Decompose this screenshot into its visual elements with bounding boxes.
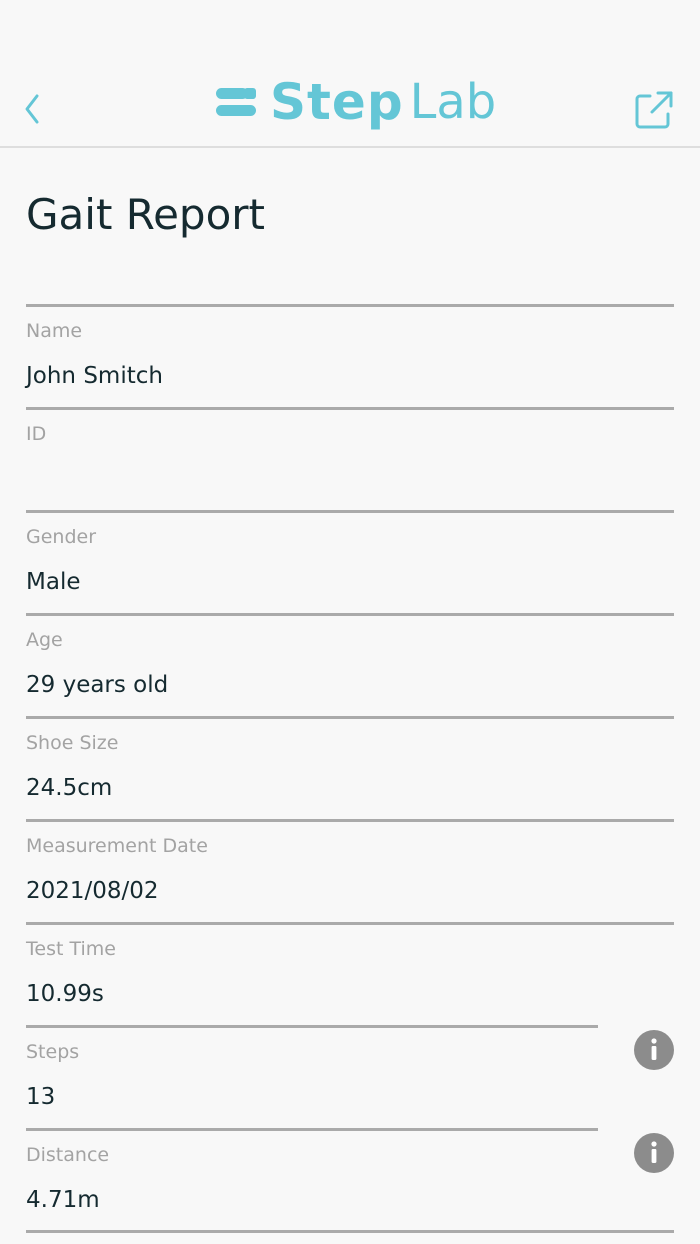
page-title: Gait Report — [26, 190, 265, 239]
steplab-logo-mark-icon — [216, 88, 256, 116]
field-label: Gender — [26, 526, 97, 548]
field-label: Test Time — [26, 938, 116, 960]
info-icon[interactable] — [634, 1030, 674, 1070]
field-value: 29 years old — [26, 672, 169, 698]
report-fields: Name John Smitch ID Gender Male Age 29 y… — [26, 304, 674, 1233]
info-glyph-icon — [651, 1038, 657, 1060]
chevron-left-icon — [25, 94, 39, 124]
field-label: Name — [26, 320, 83, 342]
field-measurement-date: Measurement Date 2021/08/02 — [26, 819, 674, 922]
field-shoe-size: Shoe Size 24.5cm — [26, 716, 674, 819]
info-glyph-icon — [651, 1141, 657, 1163]
steplab-logo: Step Lab — [214, 72, 496, 132]
field-label: Measurement Date — [26, 835, 208, 857]
field-id: ID — [26, 407, 674, 510]
divider — [26, 1128, 598, 1131]
field-value: 10.99s — [26, 981, 104, 1007]
share-button[interactable] — [632, 88, 676, 132]
field-test-time: Test Time 10.99s — [26, 922, 674, 1025]
field-name: Name John Smitch — [26, 304, 674, 407]
field-distance: Distance 4.71m — [26, 1128, 674, 1231]
back-button[interactable] — [18, 88, 50, 130]
info-icon[interactable] — [634, 1133, 674, 1173]
field-value: 13 — [26, 1084, 56, 1110]
field-value: John Smitch — [26, 363, 163, 389]
field-label: ID — [26, 423, 47, 445]
field-label: Shoe Size — [26, 732, 119, 754]
logo-text-step: Step — [270, 73, 404, 131]
share-external-icon — [635, 91, 673, 129]
field-steps: Steps 13 — [26, 1025, 674, 1128]
app-header: Step Lab — [0, 0, 700, 148]
divider — [26, 1230, 674, 1233]
field-label: Steps — [26, 1041, 80, 1063]
field-age: Age 29 years old — [26, 613, 674, 716]
field-value: 24.5cm — [26, 775, 113, 801]
field-value: 4.71m — [26, 1187, 100, 1213]
field-value: Male — [26, 569, 81, 595]
field-gender: Gender Male — [26, 510, 674, 613]
field-label: Age — [26, 629, 63, 651]
divider — [26, 1025, 598, 1028]
field-value: 2021/08/02 — [26, 878, 159, 904]
field-label: Distance — [26, 1144, 110, 1166]
logo-text-lab: Lab — [409, 74, 497, 130]
